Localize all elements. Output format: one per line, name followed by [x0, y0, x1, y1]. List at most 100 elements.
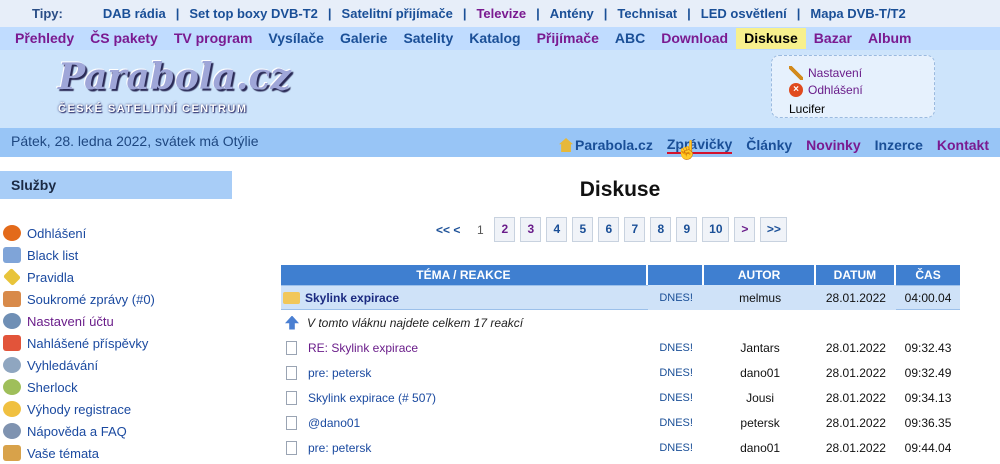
- table-row[interactable]: RE: Skylink expirace DNES! Jantars 28.01…: [281, 335, 960, 360]
- tip-link-stb[interactable]: Set top boxy DVB-T2: [179, 6, 328, 21]
- sidebar-item-label[interactable]: Odhlášení: [27, 226, 86, 241]
- sidebar-item-label[interactable]: Soukromé zprávy (#0): [27, 292, 155, 307]
- sidebar-item-label[interactable]: Pravidla: [27, 270, 74, 285]
- col-header-date: DATUM: [815, 265, 897, 285]
- tip-link-technisat[interactable]: Technisat: [607, 6, 687, 21]
- lightbulb-icon: [3, 401, 21, 417]
- table-row[interactable]: pre: petersk DNES! dano01 28.01.2022 09:…: [281, 435, 960, 460]
- tip-link-tv[interactable]: Televize: [466, 6, 536, 21]
- sidebar-item-label[interactable]: Vaše témata: [27, 446, 99, 461]
- site-header: Parabola.cz ČESKÉ SATELITNÍ CENTRUM Nast…: [0, 50, 1000, 128]
- nav-item-satelity[interactable]: Satelity: [395, 28, 461, 49]
- nav-item-galerie[interactable]: Galerie: [332, 28, 395, 49]
- pagination-page[interactable]: 8: [650, 217, 672, 242]
- pagination: << < 1 2 3 4 5 6 7 8 9 10 > >>: [430, 217, 792, 242]
- sidebar-item-rules[interactable]: Pravidla: [0, 266, 240, 288]
- tip-link-map[interactable]: Mapa DVB-T/T2: [800, 6, 915, 21]
- tip-link-led[interactable]: LED osvětlení: [691, 6, 797, 21]
- pagination-page[interactable]: 10: [702, 217, 730, 242]
- nav-item-prehledy[interactable]: Přehledy: [7, 28, 82, 49]
- nav-item-prijimace[interactable]: Přijímače: [529, 28, 607, 49]
- time: 09:32.49: [904, 365, 952, 380]
- pencil-icon: [3, 445, 21, 461]
- logo-text: Parabola.cz: [58, 56, 291, 98]
- sidebar-item-help[interactable]: Nápověda a FAQ: [0, 420, 240, 442]
- sidebar-item-label[interactable]: Výhody registrace: [27, 402, 131, 417]
- sidebar-item-account-settings[interactable]: Nastavení účtu: [0, 310, 240, 332]
- link-novinky[interactable]: Novinky: [806, 137, 860, 153]
- folder-icon: [283, 291, 300, 304]
- logout-icon: [3, 225, 21, 241]
- reply-title[interactable]: pre: petersk: [308, 441, 371, 455]
- sidebar-item-reported[interactable]: Nahlášené příspěvky: [0, 332, 240, 354]
- pagination-page[interactable]: 3: [520, 217, 542, 242]
- nav-item-bazar[interactable]: Bazar: [806, 28, 860, 49]
- reply-title[interactable]: @dano01: [308, 416, 360, 430]
- table-row[interactable]: Skylink expirace (# 507) DNES! Jousi 28.…: [281, 385, 960, 410]
- nav-item-vysilace[interactable]: Vysílače: [260, 28, 332, 49]
- reply-title[interactable]: pre: petersk: [308, 366, 371, 380]
- date-bar: Pátek, 28. ledna 2022, svátek má Otýlie …: [0, 128, 1000, 157]
- table-row[interactable]: @dano01 DNES! petersk 28.01.2022 09:36.3…: [281, 410, 960, 435]
- pagination-page[interactable]: 5: [572, 217, 594, 242]
- nav-item-album[interactable]: Album: [860, 28, 920, 49]
- blacklist-icon: [3, 247, 21, 263]
- sidebar-item-label[interactable]: Nápověda a FAQ: [27, 424, 127, 439]
- nav-item-tv-program[interactable]: TV program: [166, 28, 261, 49]
- thread-info-row: V tomto vláknu najdete celkem 17 reakcí: [281, 310, 960, 335]
- topic-row[interactable]: Skylink expirace DNES! melmus 28.01.2022…: [281, 285, 960, 310]
- topic-title[interactable]: Skylink expirace: [305, 291, 399, 305]
- sidebar-item-logout[interactable]: Odhlášení: [0, 222, 240, 244]
- nav-item-cs-pakety[interactable]: ČS pakety: [82, 28, 166, 49]
- tip-link-receivers[interactable]: Satelitní přijímače: [332, 6, 463, 21]
- tip-link-antennas[interactable]: Antény: [540, 6, 604, 21]
- table-row[interactable]: pre: petersk DNES! dano01 28.01.2022 09:…: [281, 360, 960, 385]
- gear-icon: [3, 313, 21, 329]
- pagination-next[interactable]: >: [734, 217, 756, 242]
- thread-info-text: V tomto vláknu najdete celkem 17 reakcí: [307, 315, 524, 330]
- nav-item-abc[interactable]: ABC: [607, 28, 653, 49]
- pagination-page[interactable]: 4: [546, 217, 568, 242]
- nav-item-download[interactable]: Download: [653, 28, 736, 49]
- nav-item-katalog[interactable]: Katalog: [461, 28, 528, 49]
- wrench-icon: [789, 66, 803, 80]
- document-icon: [286, 415, 297, 430]
- reply-title[interactable]: Skylink expirace (# 507): [308, 391, 436, 405]
- date: 28.01.2022: [825, 440, 886, 455]
- settings-row: Nastavení: [789, 66, 862, 80]
- close-icon: ×: [789, 83, 803, 97]
- date: 28.01.2022: [825, 365, 886, 380]
- sidebar-item-label[interactable]: Vyhledávání: [27, 358, 98, 373]
- pagination-page[interactable]: 6: [598, 217, 620, 242]
- sidebar-item-label[interactable]: Nahlášené příspěvky: [27, 336, 148, 351]
- time: 09:44.04: [904, 440, 952, 455]
- link-clanky[interactable]: Články: [746, 137, 792, 153]
- pagination-page[interactable]: 2: [494, 217, 516, 242]
- link-kontakt[interactable]: Kontakt: [937, 137, 989, 153]
- tip-link-dab[interactable]: DAB rádia: [93, 6, 176, 21]
- sidebar-item-search[interactable]: Vyhledávání: [0, 354, 240, 376]
- sidebar-item-benefits[interactable]: Výhody registrace: [0, 398, 240, 420]
- sidebar-item-label[interactable]: Nastavení účtu: [27, 314, 114, 329]
- sidebar-item-blacklist[interactable]: Black list: [0, 244, 240, 266]
- reply-cell: RE: Skylink expirace: [281, 335, 648, 360]
- link-parabola-home[interactable]: Parabola.cz: [575, 137, 653, 153]
- pagination-last[interactable]: >>: [760, 217, 788, 242]
- pagination-page[interactable]: 9: [676, 217, 698, 242]
- logout-link[interactable]: Odhlášení: [808, 83, 863, 97]
- time: 04:00.04: [896, 285, 960, 310]
- sidebar-item-my-topics[interactable]: Vaše témata: [0, 442, 240, 464]
- sidebar-item-sherlock[interactable]: Sherlock: [0, 376, 240, 398]
- sidebar-item-messages[interactable]: Soukromé zprávy (#0): [0, 288, 240, 310]
- pagination-page[interactable]: 7: [624, 217, 646, 242]
- sidebar-item-label[interactable]: Black list: [27, 248, 78, 263]
- settings-link[interactable]: Nastavení: [808, 66, 862, 80]
- nav-item-diskuse[interactable]: Diskuse: [736, 28, 806, 49]
- reply-title[interactable]: RE: Skylink expirace: [308, 341, 418, 355]
- reply-cell: pre: petersk: [281, 435, 648, 460]
- reply-cell: pre: petersk: [281, 360, 648, 385]
- sidebar-item-label[interactable]: Sherlock: [27, 380, 78, 395]
- link-inzerce[interactable]: Inzerce: [875, 137, 923, 153]
- pagination-first-prev[interactable]: << <: [430, 223, 466, 237]
- site-logo[interactable]: Parabola.cz ČESKÉ SATELITNÍ CENTRUM: [58, 56, 291, 115]
